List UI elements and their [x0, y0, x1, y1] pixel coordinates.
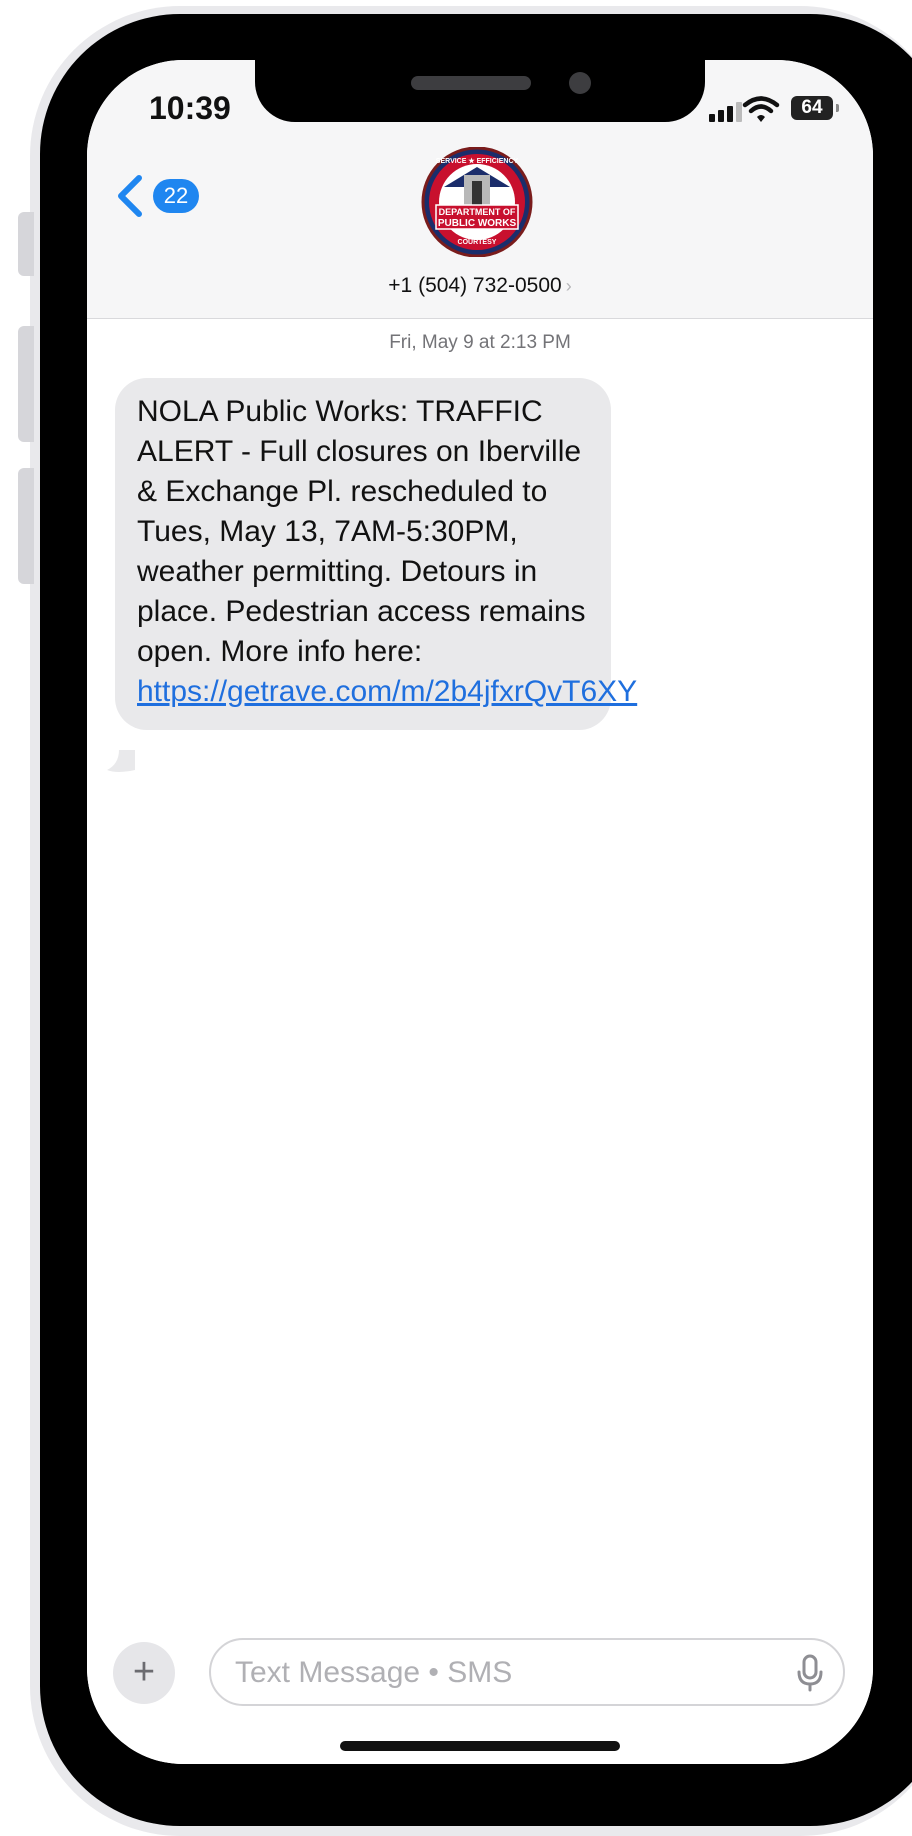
- status-time: 10:39: [149, 90, 231, 126]
- volume-up-button: [18, 326, 34, 442]
- home-indicator[interactable]: [340, 1741, 620, 1751]
- notch: [255, 60, 705, 122]
- speaker-grille: [411, 76, 531, 90]
- logo-text-service: SERVICE ★ EFFICIENCY: [436, 157, 519, 165]
- contact-number[interactable]: +1 (504) 732-0500 ›: [87, 274, 873, 298]
- chevron-left-icon: [118, 175, 142, 217]
- chevron-right-icon: ›: [565, 276, 572, 296]
- message-input-container[interactable]: [209, 1638, 845, 1706]
- message-link[interactable]: https://getrave.com/m/2b4jfxrQvT6XY: [137, 675, 637, 708]
- logo-text-public-works: PUBLIC WORKS: [438, 218, 517, 229]
- back-button[interactable]: 22: [111, 174, 199, 218]
- logo-text-courtesy: COURTESY: [458, 239, 497, 246]
- wifi-icon: [742, 96, 780, 122]
- microphone-icon[interactable]: [795, 1654, 825, 1692]
- battery-tip: [836, 104, 839, 112]
- mute-switch: [18, 212, 34, 276]
- public-works-logo[interactable]: DEPARTMENT OF PUBLIC WORKS COURTESY SERV…: [414, 147, 540, 257]
- message-input[interactable]: [211, 1640, 757, 1706]
- front-camera: [569, 72, 591, 94]
- message-timestamp: Fri, May 9 at 2:13 PM: [389, 332, 571, 353]
- message-text: NOLA Public Works: TRAFFIC ALERT - Full …: [137, 395, 586, 668]
- phone-screen: 10:39 64 22 DEPARTMENT OF PUBLIC WORKS C…: [87, 60, 873, 1764]
- add-attachment-button[interactable]: +: [113, 1642, 175, 1704]
- logo-text-department: DEPARTMENT OF: [439, 207, 516, 217]
- unread-count-badge: 22: [153, 179, 199, 213]
- battery-indicator: 64: [791, 96, 833, 120]
- bubble-tail: [107, 750, 135, 772]
- contact-number-label: +1 (504) 732-0500: [388, 274, 562, 297]
- volume-down-button: [18, 468, 34, 584]
- message-composer: +: [87, 1612, 873, 1764]
- message-bubble[interactable]: NOLA Public Works: TRAFFIC ALERT - Full …: [115, 378, 637, 730]
- signal-bars-icon: [709, 102, 745, 122]
